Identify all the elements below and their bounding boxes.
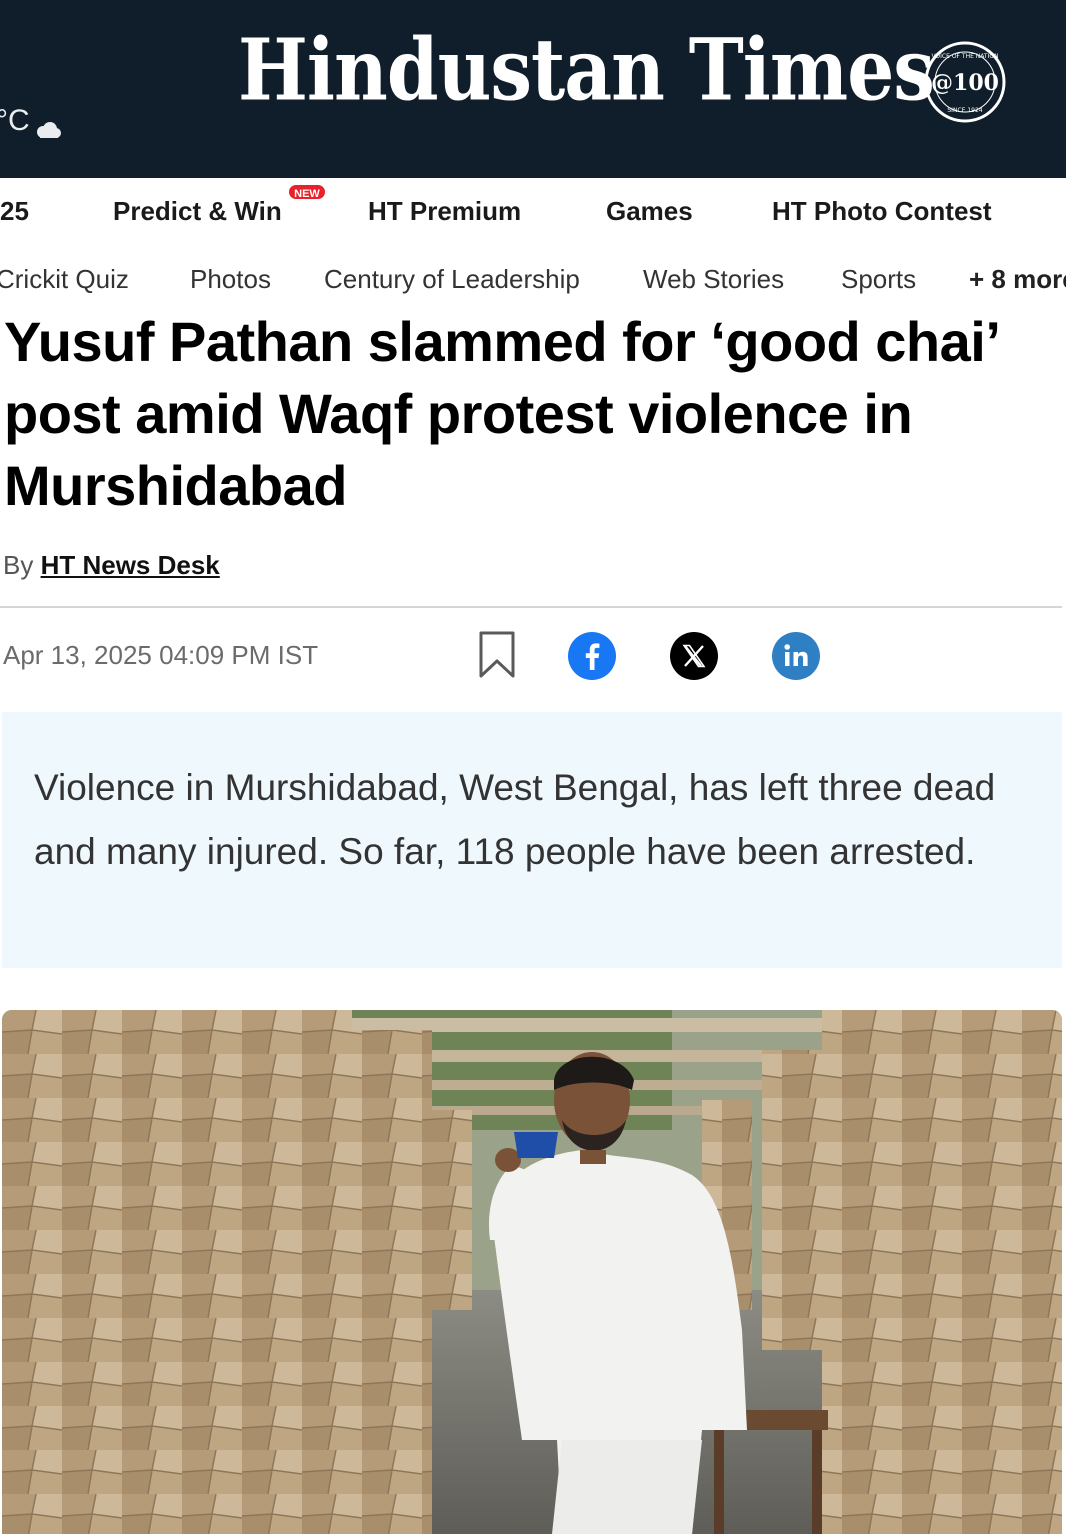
weather-temperature: °C — [0, 104, 30, 137]
primary-nav: 25 Predict & Win HT Premium Games HT Pho… — [0, 178, 1066, 244]
linkedin-icon[interactable] — [772, 632, 820, 680]
weather-widget[interactable]: °C — [0, 104, 62, 138]
article-summary: Violence in Murshidabad, West Bengal, ha… — [34, 767, 996, 872]
nav-more-button[interactable]: + 8 more — [969, 264, 1066, 295]
seal-bottom-text: SINCE 1924 — [947, 107, 982, 114]
byline: By HT News Desk — [3, 550, 220, 581]
article-hero-image[interactable] — [2, 1010, 1062, 1534]
nav-item-ht-photo-contest[interactable]: HT Photo Contest — [772, 196, 992, 227]
secondary-nav: Crickit Quiz Photos Century of Leadershi… — [0, 248, 1066, 308]
byline-prefix: By — [3, 550, 34, 580]
author-link[interactable]: HT News Desk — [41, 550, 220, 580]
facebook-icon[interactable] — [568, 632, 616, 680]
divider — [0, 606, 1062, 608]
site-logo[interactable]: Hindustan Times — [238, 28, 935, 113]
article-summary-box: Violence in Murshidabad, West Bengal, ha… — [2, 712, 1062, 968]
nav-item-25[interactable]: 25 — [0, 196, 29, 227]
nav-item-predict-win[interactable]: Predict & Win — [113, 196, 282, 227]
centenary-seal-icon: @100 VOICE OF THE NATION SINCE 1924 — [924, 41, 1006, 123]
nav-item-web-stories[interactable]: Web Stories — [643, 264, 784, 295]
seal-top-text: VOICE OF THE NATION — [931, 53, 998, 60]
bookmark-icon[interactable] — [478, 630, 516, 680]
cloud-icon — [34, 113, 62, 138]
article-timestamp: Apr 13, 2025 04:09 PM IST — [3, 640, 319, 670]
new-badge: NEW — [287, 183, 327, 201]
masthead: °C Hindustan Times @100 VOICE OF THE NAT… — [0, 0, 1066, 178]
x-icon[interactable] — [670, 632, 718, 680]
seal-center-text: @100 — [931, 70, 999, 96]
nav-item-century-of-leadership[interactable]: Century of Leadership — [324, 264, 580, 295]
article-headline: Yusuf Pathan slammed for ‘good chai’ pos… — [4, 310, 998, 517]
nav-item-crickit-quiz[interactable]: Crickit Quiz — [0, 264, 129, 295]
nav-item-games[interactable]: Games — [606, 196, 693, 227]
nav-item-sports[interactable]: Sports — [841, 264, 916, 295]
nav-item-ht-premium[interactable]: HT Premium — [368, 196, 521, 227]
nav-item-photos[interactable]: Photos — [190, 264, 271, 295]
